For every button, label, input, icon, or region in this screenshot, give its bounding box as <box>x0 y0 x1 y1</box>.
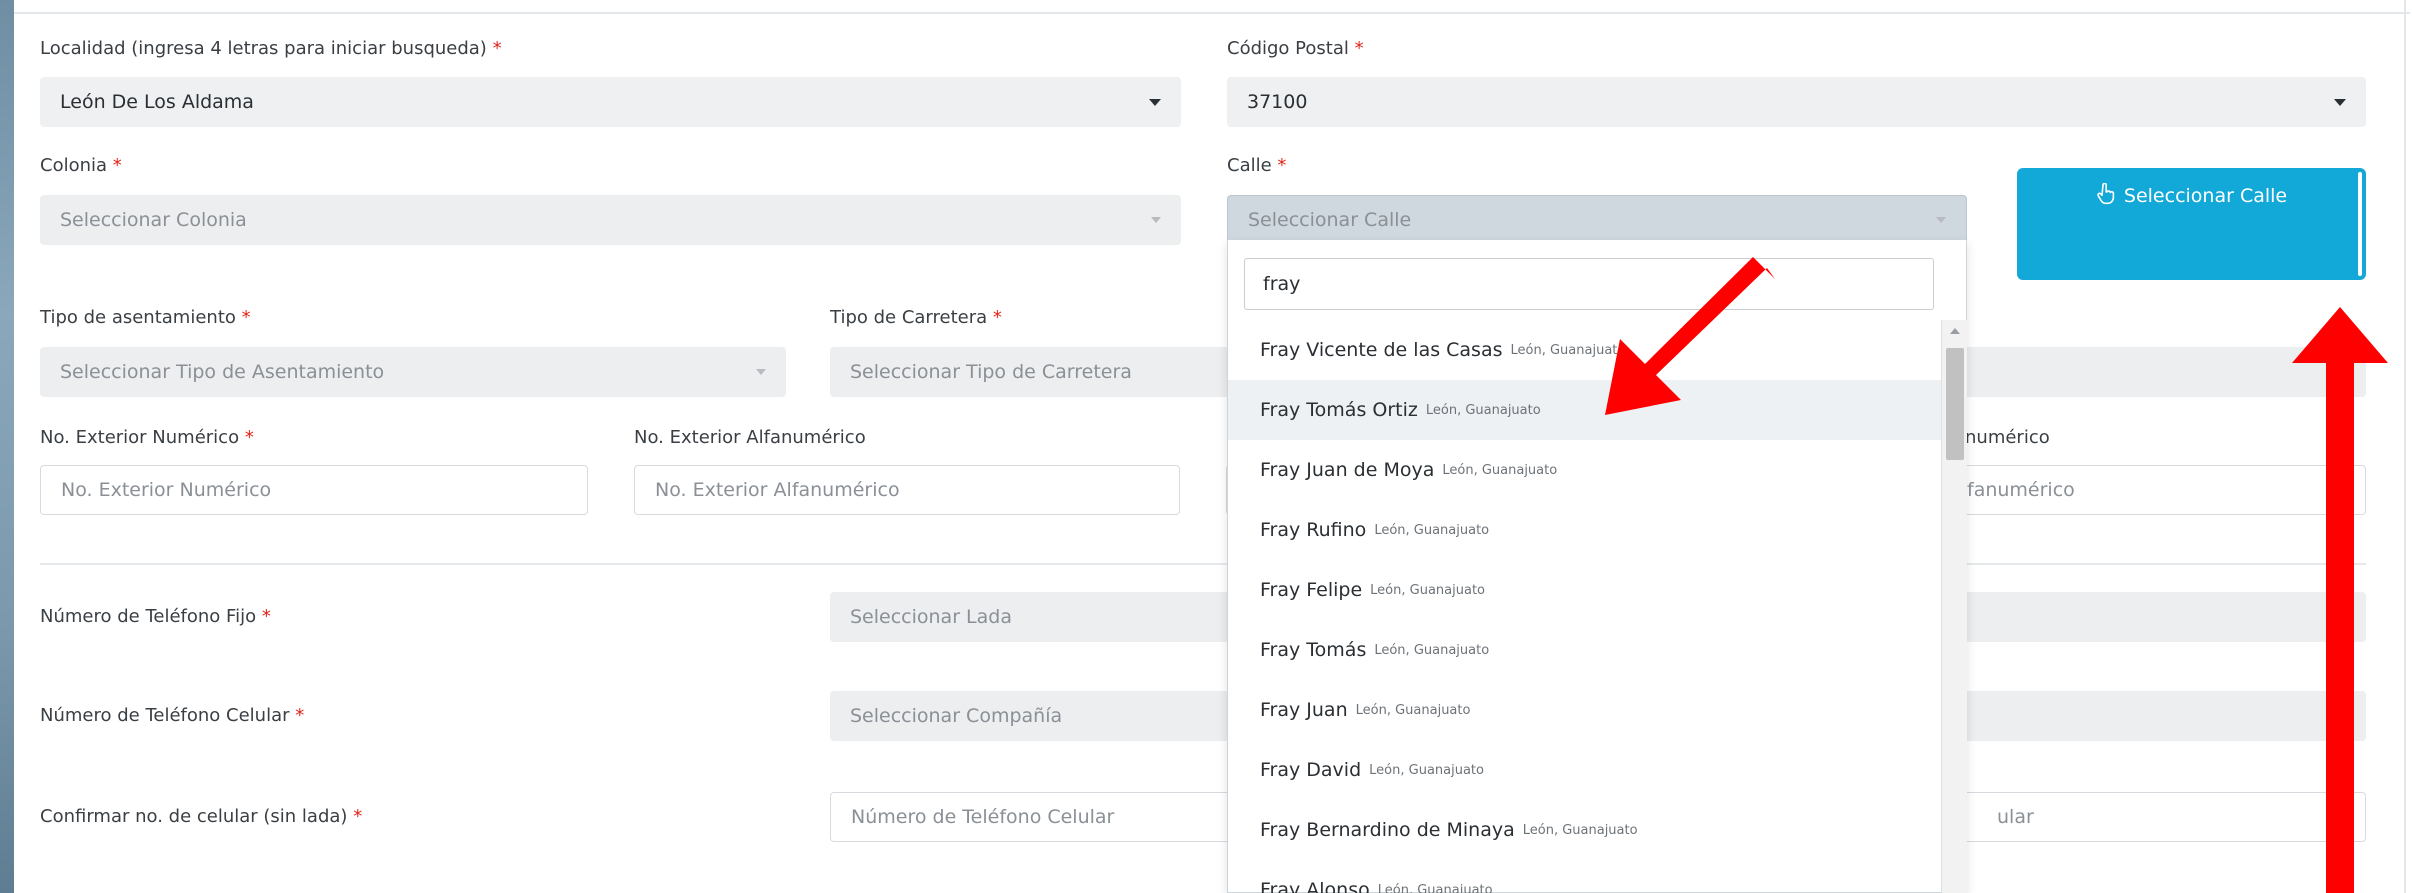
no-exterior-alfanumerico-input[interactable]: No. Exterior Alfanumérico <box>634 465 1180 515</box>
scrollbar-thumb[interactable] <box>1946 348 1964 460</box>
tipo-asentamiento-placeholder: Seleccionar Tipo de Asentamiento <box>60 361 385 383</box>
codigo-postal-value: 37100 <box>1247 91 1308 113</box>
calle-select[interactable]: Seleccionar Calle <box>1227 195 1967 245</box>
hand-pointer-icon <box>2097 182 2115 205</box>
list-item[interactable]: Fray Juan León, Guanajuato <box>1228 680 1942 740</box>
telefono-celular-label: Número de Teléfono Celular * <box>40 705 305 726</box>
colonia-label: Colonia * <box>40 155 122 176</box>
scroll-up-arrow-icon[interactable] <box>1950 328 1960 334</box>
no-exterior-numerico-placeholder: No. Exterior Numérico <box>61 479 272 501</box>
tipo-carretera-placeholder: Seleccionar Tipo de Carretera <box>850 361 1132 383</box>
localidad-select[interactable]: León De Los Aldama <box>40 77 1181 127</box>
seleccionar-calle-button[interactable]: Seleccionar Calle <box>2017 168 2366 280</box>
no-exterior-numerico-input[interactable]: No. Exterior Numérico <box>40 465 588 515</box>
list-item[interactable]: Fray David León, Guanajuato <box>1228 740 1942 800</box>
page-right-edge <box>2404 0 2406 893</box>
localidad-value: León De Los Aldama <box>60 91 254 113</box>
chevron-down-icon <box>2334 99 2346 106</box>
confirmar-celular-right-fragment: ular <box>1997 806 2034 828</box>
calle-placeholder: Seleccionar Calle <box>1248 209 1412 231</box>
red-arrow-up-icon <box>2292 307 2388 893</box>
telefono-fijo-label: Número de Teléfono Fijo * <box>40 606 271 627</box>
compania-placeholder: Seleccionar Compañía <box>850 705 1063 727</box>
codigo-postal-select[interactable]: 37100 <box>1227 77 2366 127</box>
no-interior-alfanumerico-placeholder: fanumérico <box>1967 479 2075 501</box>
top-field-edge <box>14 0 2410 14</box>
list-item[interactable]: Fray Tomás León, Guanajuato <box>1228 620 1942 680</box>
list-item[interactable]: Fray Felipe León, Guanajuato <box>1228 560 1942 620</box>
chevron-down-icon <box>756 369 766 375</box>
list-item[interactable]: Fray Bernardino de Minaya León, Guanajuat… <box>1228 800 1942 860</box>
page-left-edge <box>0 0 14 893</box>
no-exterior-numerico-label: No. Exterior Numérico * <box>40 427 254 448</box>
calle-search-value: fray <box>1263 273 1301 295</box>
tipo-asentamiento-label: Tipo de asentamiento * <box>40 307 251 328</box>
chevron-down-icon <box>1151 217 1161 223</box>
no-interior-alfanumerico-label: numérico <box>1965 427 2050 448</box>
dropdown-scrollbar[interactable] <box>1941 320 1967 893</box>
colonia-select[interactable]: Seleccionar Colonia <box>40 195 1181 245</box>
tipo-asentamiento-select[interactable]: Seleccionar Tipo de Asentamiento <box>40 347 786 397</box>
confirmar-celular-label: Confirmar no. de celular (sin lada) * <box>40 806 363 827</box>
no-exterior-alfanumerico-placeholder: No. Exterior Alfanumérico <box>655 479 900 501</box>
codigo-postal-label: Código Postal * <box>1227 38 1364 59</box>
calle-label: Calle * <box>1227 155 1287 176</box>
list-item[interactable]: Fray Juan de Moya León, Guanajuato <box>1228 440 1942 500</box>
seleccionar-calle-label: Seleccionar Calle <box>2123 185 2288 207</box>
lada-placeholder: Seleccionar Lada <box>850 606 1012 628</box>
list-item[interactable]: Fray Alonso León, Guanajuato <box>1228 860 1942 893</box>
section-divider <box>40 563 2366 565</box>
no-exterior-alfanumerico-label: No. Exterior Alfanumérico <box>634 427 866 448</box>
button-edge <box>2358 172 2362 276</box>
colonia-placeholder: Seleccionar Colonia <box>60 209 247 231</box>
localidad-label: Localidad (ingresa 4 letras para iniciar… <box>40 38 502 59</box>
confirmar-celular-placeholder: Número de Teléfono Celular <box>851 806 1115 828</box>
tipo-carretera-label: Tipo de Carretera * <box>830 307 1002 328</box>
chevron-down-icon <box>1149 99 1161 106</box>
list-item[interactable]: Fray Rufino León, Guanajuato <box>1228 500 1942 560</box>
red-arrow-diagonal-icon <box>1605 257 1775 415</box>
chevron-up-icon <box>1936 217 1946 223</box>
